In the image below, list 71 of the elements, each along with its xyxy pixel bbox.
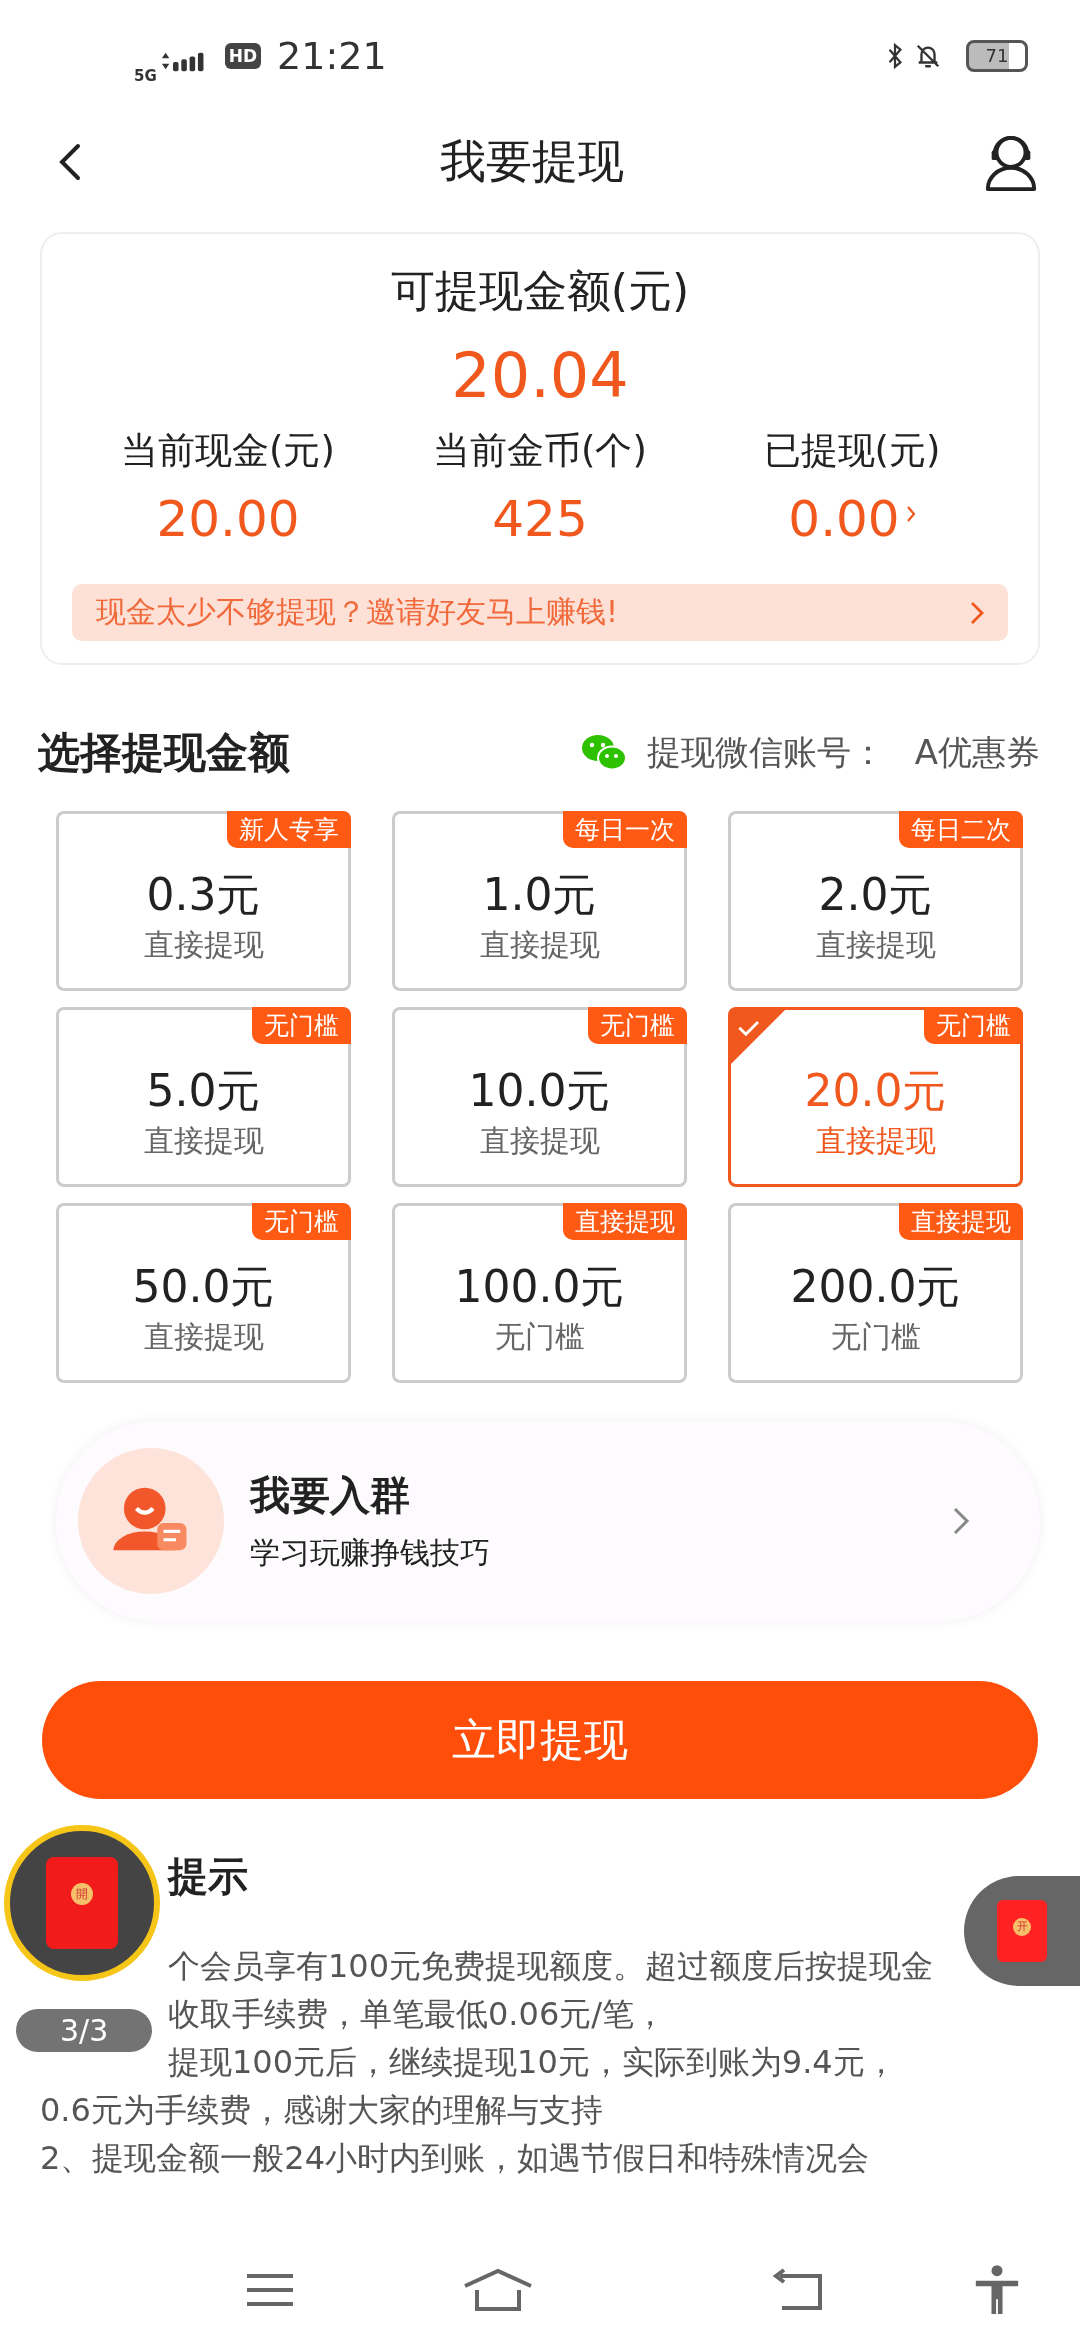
option-amount: 200.0元 xyxy=(790,1260,961,1314)
account-label: 提现微信账号： xyxy=(646,731,885,774)
option-tag: 新人专享 xyxy=(227,811,351,848)
option-amount: 1.0元 xyxy=(482,868,597,922)
envelope-seal: 開 xyxy=(71,1883,93,1905)
accessibility-icon[interactable] xyxy=(973,2263,1020,2317)
notice-line: 收取手续费，单笔最低0.06元/笔， xyxy=(168,1994,667,2035)
option-note: 直接提现 xyxy=(815,926,936,964)
person-chat-icon xyxy=(78,1448,224,1594)
bluetooth-icon xyxy=(886,41,904,71)
notice-line: 提现100元后，继续提现10元，实际到账为9.4元， xyxy=(168,2042,897,2083)
chevron-right-icon[interactable] xyxy=(905,505,916,523)
account-name: A优惠券 xyxy=(914,731,1040,774)
option-note: 直接提现 xyxy=(479,926,600,964)
page-indicator: 3/3 xyxy=(16,2009,153,2052)
amount-option[interactable]: 新人专享 0.3元 直接提现 xyxy=(56,811,351,991)
option-tag: 无门槛 xyxy=(252,1203,351,1240)
join-group-banner[interactable]: 我要入群 学习玩赚挣钱技巧 xyxy=(56,1421,1040,1621)
stat-label: 当前金币(个) xyxy=(433,428,647,474)
amount-option[interactable]: 每日一次 1.0元 直接提现 xyxy=(392,811,687,991)
option-amount: 5.0元 xyxy=(146,1064,261,1118)
amount-option[interactable]: 无门槛 50.0元 直接提现 xyxy=(56,1203,351,1383)
back-icon[interactable] xyxy=(58,142,82,182)
stat-value: 425 xyxy=(492,490,588,548)
option-note: 直接提现 xyxy=(143,1318,264,1356)
hd-badge: HD xyxy=(224,43,262,69)
balance-amount: 20.04 xyxy=(451,339,629,412)
home-icon[interactable] xyxy=(462,2268,533,2312)
stat-label: 已提现(元) xyxy=(763,428,941,474)
battery-indicator: 71 xyxy=(966,40,1028,72)
option-amount: 100.0元 xyxy=(454,1260,625,1314)
notice-line: 2、提现金额一般24小时内到账，如遇节假日和特殊情况会 xyxy=(40,2138,870,2179)
clock: 21:21 xyxy=(277,34,387,78)
notice-title: 提示 xyxy=(168,1852,248,1901)
option-tag: 无门槛 xyxy=(252,1007,351,1044)
amount-option[interactable]: 直接提现 100.0元 无门槛 xyxy=(392,1203,687,1383)
group-subtitle: 学习玩赚挣钱技巧 xyxy=(250,1534,491,1572)
balance-title: 可提现金额(元) xyxy=(390,264,690,318)
amount-option[interactable]: 无门槛 10.0元 直接提现 xyxy=(392,1007,687,1187)
option-note: 直接提现 xyxy=(815,1122,936,1160)
option-note: 无门槛 xyxy=(494,1318,585,1356)
stat-value: 20.00 xyxy=(156,490,300,548)
network-label: 5G xyxy=(134,67,157,85)
option-amount: 2.0元 xyxy=(818,868,933,922)
option-tag: 无门槛 xyxy=(588,1007,687,1044)
option-tag: 无门槛 xyxy=(924,1007,1023,1044)
option-amount: 10.0元 xyxy=(468,1064,611,1118)
stat-label: 当前现金(元) xyxy=(121,428,335,474)
envelope-seal: 开 xyxy=(1013,1918,1031,1936)
notice-line: 0.6元为手续费，感谢大家的理解与支持 xyxy=(40,2090,603,2131)
option-note: 直接提现 xyxy=(143,1122,264,1160)
amount-option[interactable]: 无门槛 5.0元 直接提现 xyxy=(56,1007,351,1187)
option-note: 直接提现 xyxy=(143,926,264,964)
option-tag: 每日二次 xyxy=(899,811,1023,848)
group-title: 我要入群 xyxy=(250,1471,411,1520)
option-amount: 0.3元 xyxy=(146,868,261,922)
option-tag: 直接提现 xyxy=(899,1203,1023,1240)
page-title: 我要提现 xyxy=(440,133,624,190)
option-amount: 20.0元 xyxy=(804,1064,947,1118)
option-tag: 每日一次 xyxy=(563,811,687,848)
option-note: 无门槛 xyxy=(830,1318,921,1356)
notice-line: 个会员享有100元免费提现额度。超过额度后按提现金 xyxy=(168,1946,934,1987)
option-amount: 50.0元 xyxy=(132,1260,275,1314)
option-tag: 直接提现 xyxy=(563,1203,687,1240)
amount-option[interactable]: 每日二次 2.0元 直接提现 xyxy=(728,811,1023,991)
section-title: 选择提现金额 xyxy=(38,727,290,779)
chevron-right-icon[interactable] xyxy=(952,1506,970,1536)
check-corner-icon xyxy=(730,1009,786,1065)
amount-option[interactable]: 直接提现 200.0元 无门槛 xyxy=(728,1203,1023,1383)
chevron-right-icon[interactable] xyxy=(970,600,984,625)
option-note: 直接提现 xyxy=(479,1122,600,1160)
